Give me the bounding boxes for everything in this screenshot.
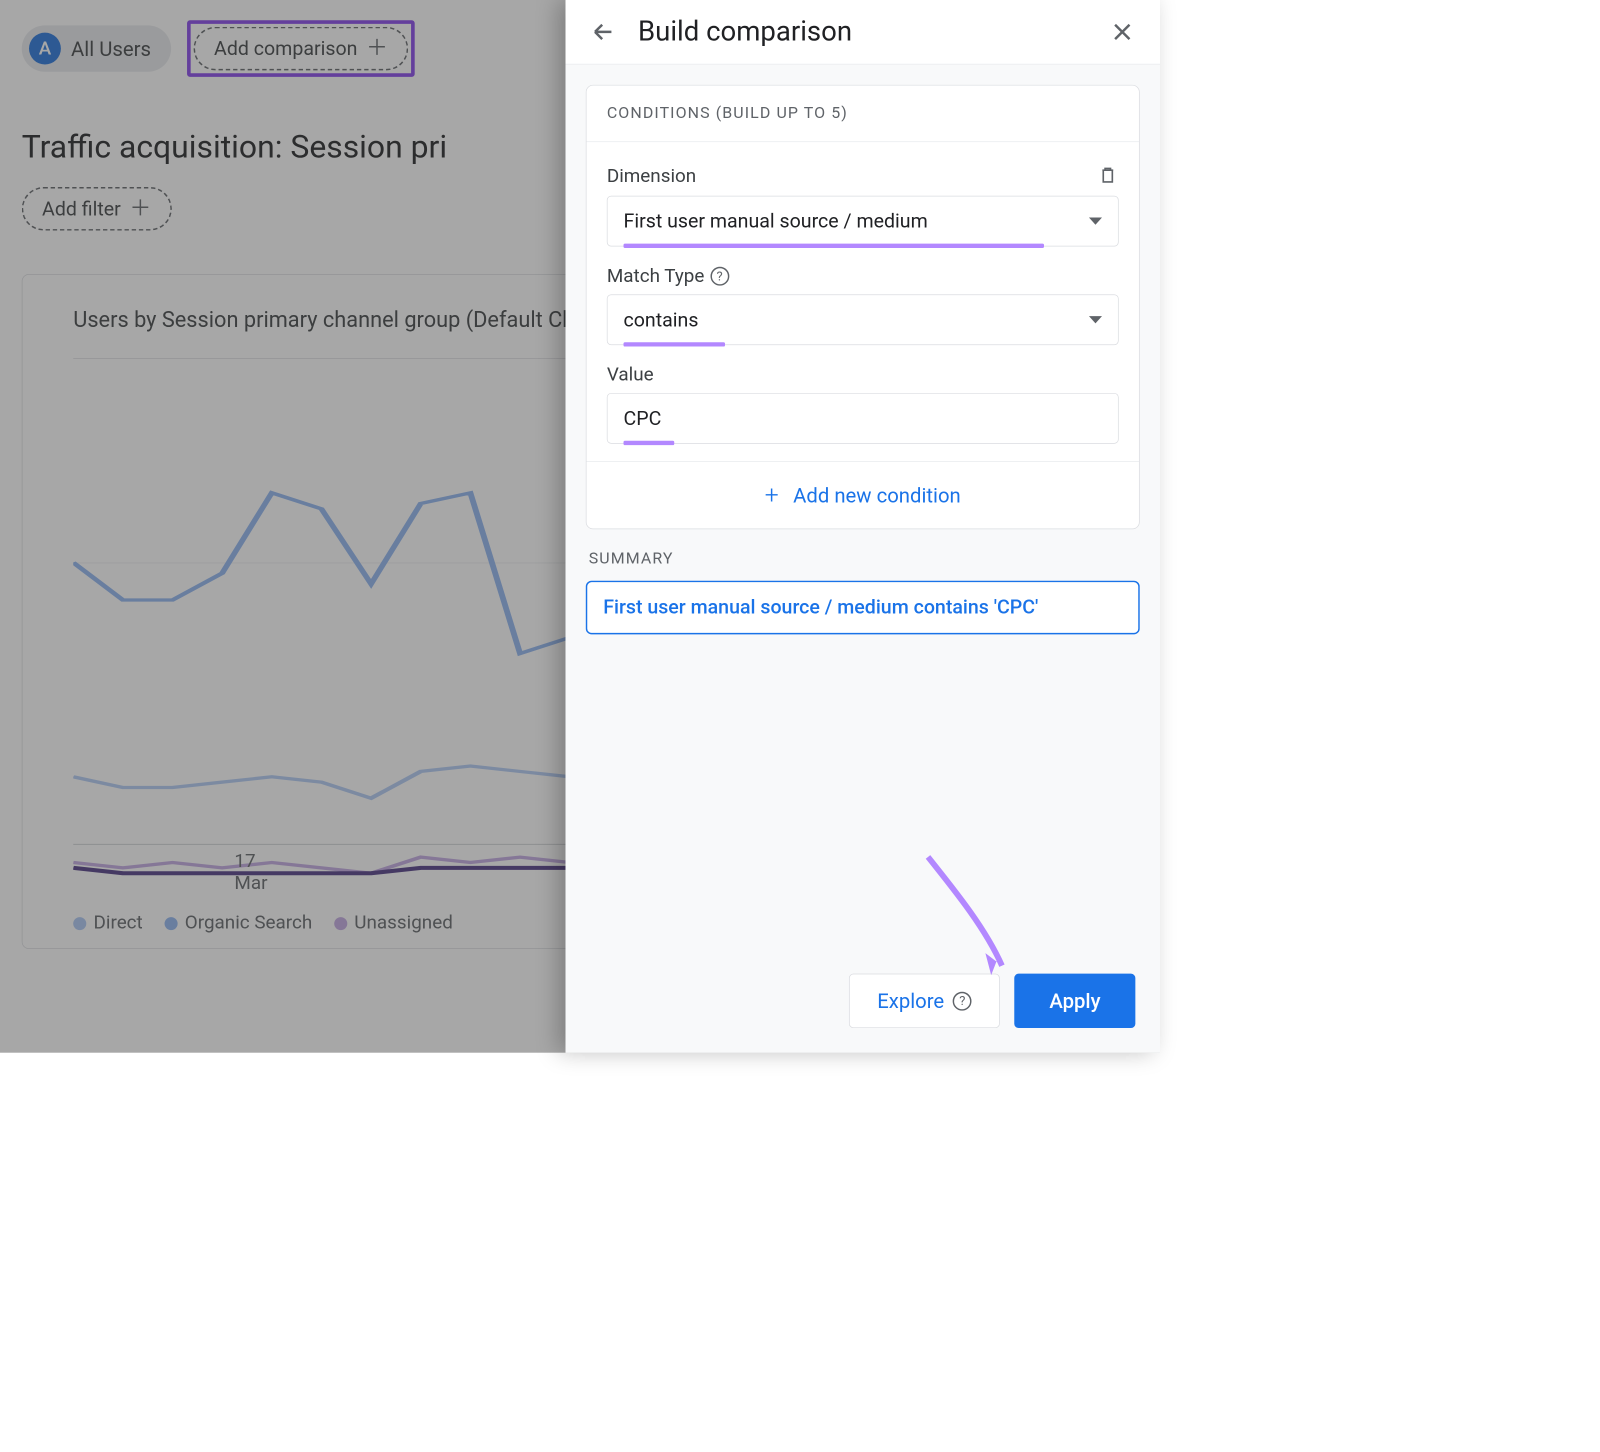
legend-item[interactable]: Direct bbox=[73, 912, 142, 934]
add-comparison-label: Add comparison bbox=[214, 37, 357, 60]
legend-item[interactable]: Unassigned bbox=[334, 912, 453, 934]
delete-condition-button[interactable] bbox=[1097, 164, 1119, 189]
legend-dot bbox=[164, 917, 177, 930]
chip-all-users[interactable]: A All Users bbox=[22, 25, 172, 71]
chip-all-users-label: All Users bbox=[71, 37, 151, 61]
help-icon[interactable]: ? bbox=[710, 267, 729, 286]
close-button[interactable] bbox=[1105, 15, 1140, 50]
panel-body: CONDITIONS (BUILD UP TO 5) Dimension Fir… bbox=[566, 65, 1161, 957]
explore-button[interactable]: Explore ? bbox=[849, 974, 1000, 1028]
match-type-select[interactable]: contains bbox=[607, 294, 1119, 345]
panel-header: Build comparison bbox=[566, 0, 1161, 65]
plus-icon: + bbox=[765, 481, 779, 510]
value-label: Value bbox=[607, 364, 654, 386]
panel-title: Build comparison bbox=[638, 16, 1088, 48]
annotation-arrow bbox=[906, 850, 1022, 957]
match-type-value: contains bbox=[624, 308, 699, 331]
legend-dot bbox=[73, 917, 86, 930]
help-icon: ? bbox=[953, 991, 972, 1010]
arrow-left-icon bbox=[591, 20, 616, 45]
conditions-header: CONDITIONS (BUILD UP TO 5) bbox=[587, 86, 1139, 143]
add-condition-button[interactable]: + Add new condition bbox=[587, 461, 1139, 528]
build-comparison-panel: Build comparison CONDITIONS (BUILD UP TO… bbox=[566, 0, 1161, 1053]
legend-item[interactable]: Organic Search bbox=[164, 912, 312, 934]
add-comparison-highlight: Add comparison ＋ bbox=[187, 20, 414, 77]
chevron-down-icon bbox=[1089, 316, 1102, 323]
plus-icon: ＋ bbox=[366, 38, 388, 60]
chip-letter: A bbox=[29, 33, 61, 65]
legend-dot bbox=[334, 917, 347, 930]
panel-footer: Explore ? Apply bbox=[566, 956, 1161, 1052]
dimension-select[interactable]: First user manual source / medium bbox=[607, 196, 1119, 247]
add-filter-button[interactable]: Add filter ＋ bbox=[22, 187, 172, 231]
add-filter-label: Add filter bbox=[42, 197, 121, 220]
summary-label: SUMMARY bbox=[589, 550, 1137, 568]
apply-button[interactable]: Apply bbox=[1015, 974, 1136, 1028]
value-input[interactable] bbox=[624, 407, 1103, 430]
annotation-underline bbox=[624, 244, 1045, 248]
plus-icon: ＋ bbox=[129, 198, 151, 220]
dimension-label: Dimension bbox=[607, 165, 696, 187]
x-tick: 17Mar bbox=[234, 845, 267, 895]
match-type-label: Match Type ? bbox=[607, 265, 729, 287]
conditions-card: CONDITIONS (BUILD UP TO 5) Dimension Fir… bbox=[586, 85, 1140, 529]
back-button[interactable] bbox=[586, 15, 621, 50]
annotation-underline bbox=[624, 441, 675, 445]
summary-box: First user manual source / medium contai… bbox=[586, 581, 1140, 635]
chevron-down-icon bbox=[1089, 218, 1102, 225]
add-condition-label: Add new condition bbox=[793, 483, 961, 507]
dimension-value: First user manual source / medium bbox=[624, 210, 928, 233]
value-input-wrap bbox=[607, 393, 1119, 444]
close-icon bbox=[1110, 20, 1135, 45]
trash-icon bbox=[1097, 164, 1119, 186]
add-comparison-button[interactable]: Add comparison ＋ bbox=[194, 27, 408, 71]
annotation-underline bbox=[624, 342, 726, 346]
